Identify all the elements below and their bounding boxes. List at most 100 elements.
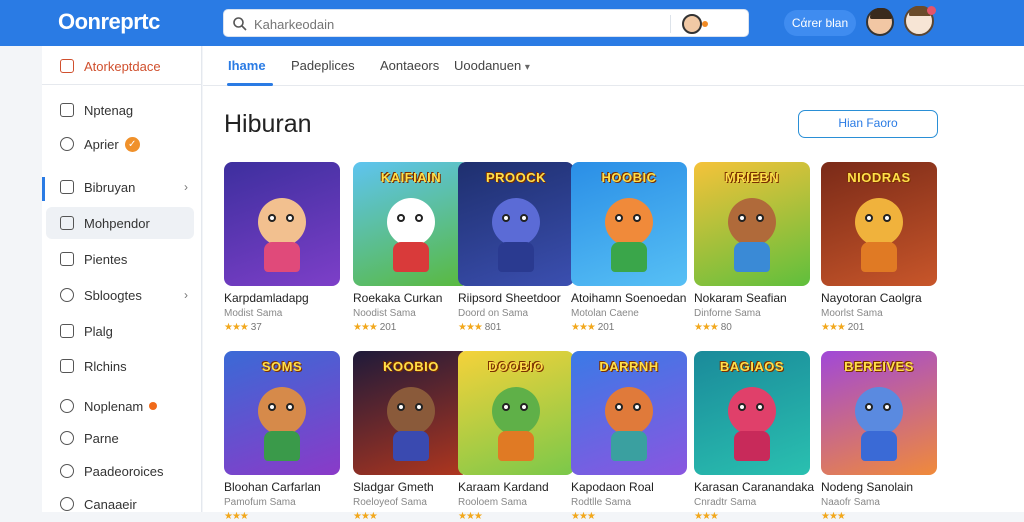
game-rating: ★★★ (571, 511, 596, 522)
character-eye (415, 403, 423, 411)
profile-avatar[interactable] (904, 6, 936, 36)
sidebar-item-11[interactable]: Paadeoroices (46, 455, 194, 487)
game-title-art: DOOBIO (488, 359, 544, 374)
sidebar-item-label: Noplenam (84, 398, 144, 414)
sidebar-item-label: Sbloogtes (84, 287, 142, 303)
star-rating-icon: ★★★ (694, 511, 719, 522)
game-thumbnail[interactable]: KOOBIO (353, 351, 469, 475)
game-name[interactable]: Nodeng Sanolain (821, 480, 945, 494)
status-dot (927, 6, 936, 15)
game-rating: ★★★ 201 (571, 322, 614, 333)
rating-count: 201 (379, 322, 397, 333)
sidebar-item-label: Parne (84, 430, 119, 446)
search-divider (670, 15, 671, 33)
game-thumbnail[interactable]: PROOCK (458, 162, 574, 286)
game-character (387, 387, 435, 435)
sidebar-badge: ✓ (124, 136, 140, 152)
game-thumbnail[interactable]: KAIFIAIN (353, 162, 469, 286)
sidebar-item-label: Canaaeir (84, 496, 137, 512)
game-rating: ★★★ (353, 511, 378, 522)
game-name[interactable]: Karpdamladapg (224, 291, 348, 305)
chevron-right-icon: › (184, 180, 188, 194)
search-input[interactable] (254, 14, 684, 34)
sidebar-item-12[interactable]: Canaaeir (46, 488, 194, 520)
page-action-button[interactable]: Hian Faoro (798, 110, 938, 138)
main-content: Ihame Padeplices Aontaeors Uoodanuen ▾ H… (203, 46, 1024, 522)
globe-icon (60, 431, 74, 445)
game-thumbnail[interactable]: NIODRAS (821, 162, 937, 286)
game-thumbnail[interactable] (224, 162, 340, 286)
game-subtitle: Rooloem Sama (458, 497, 527, 508)
game-name[interactable]: Riipsord Sheetdoor (458, 291, 582, 305)
character-eye (286, 214, 294, 222)
sidebar-item-marketplace[interactable]: Atorkeptdace (46, 50, 194, 82)
character-body (498, 431, 534, 461)
star-rating-icon: ★★★ (458, 511, 483, 522)
game-name[interactable]: Kapodaon Roal (571, 480, 695, 494)
game-name[interactable]: Bloohan Carfarlan (224, 480, 348, 494)
sidebar-divider (42, 84, 202, 85)
search-avatar[interactable] (682, 14, 702, 34)
tab-contacts[interactable]: Aontaeors (380, 58, 439, 73)
top-action-button[interactable]: Cάrer blan (784, 10, 856, 36)
user-icon (60, 497, 74, 511)
star-rating-icon: ★★★ (353, 322, 378, 333)
tab-more[interactable]: Uoodanuen ▾ (454, 58, 530, 73)
character-body (861, 242, 897, 272)
game-thumbnail[interactable]: DOOBIO (458, 351, 574, 475)
game-character (258, 387, 306, 435)
sidebar-item-label: Plalg (84, 323, 113, 339)
sidebar-item-3[interactable]: Bibruyan › (46, 171, 194, 203)
game-thumbnail[interactable]: SOMS (224, 351, 340, 475)
character-eye (756, 403, 764, 411)
sidebar-item-label: Paadeoroices (84, 463, 164, 479)
game-character (855, 387, 903, 435)
character-body (734, 242, 770, 272)
sidebar-item-8[interactable]: Rlchins (46, 350, 194, 382)
sidebar-item-6[interactable]: Sbloogtes › (46, 279, 194, 311)
game-title-art: BAGIAOS (719, 359, 785, 374)
character-eye (615, 214, 623, 222)
game-name[interactable]: Nayotoran Caolgra (821, 291, 945, 305)
game-thumbnail[interactable]: DARRNH (571, 351, 687, 475)
sidebar-item-4[interactable]: Mohpendor (46, 207, 194, 239)
search-bar[interactable] (223, 9, 749, 37)
top-bar: Oonreprtc Cάrer blan (0, 0, 1024, 46)
sidebar-item-9[interactable]: Noplenam (46, 390, 194, 422)
game-rating: ★★★ (224, 511, 249, 522)
user-avatar[interactable] (866, 8, 894, 36)
check-icon (60, 359, 74, 373)
sidebar-item-5[interactable]: Pientes (46, 243, 194, 275)
tab-marketplace[interactable]: Padeplices (291, 58, 355, 73)
sidebar-item-10[interactable]: Parne (46, 422, 194, 454)
tab-home[interactable]: Ihame (228, 58, 266, 73)
character-body (264, 242, 300, 272)
game-thumbnail[interactable]: HOOBIC (571, 162, 687, 286)
game-subtitle: Rodtlle Sama (571, 497, 632, 508)
game-title-art: BEREIVES (844, 359, 914, 374)
game-thumbnail[interactable]: BEREIVES (821, 351, 937, 475)
game-subtitle: Pamofum Sama (224, 497, 296, 508)
character-eye (520, 403, 528, 411)
game-name[interactable]: Karasan Caranandaka (694, 480, 818, 494)
search-icon (233, 17, 247, 31)
sidebar-item-1[interactable]: Nptenag (46, 94, 194, 126)
game-subtitle: Modist Sama (224, 308, 283, 319)
game-name[interactable]: Nokaram Seafian (694, 291, 818, 305)
notification-dot (702, 21, 708, 27)
circle-icon (60, 288, 74, 302)
sidebar-item-2[interactable]: Aprier ✓ (46, 128, 194, 160)
game-thumbnail[interactable]: BAGIAOS (694, 351, 810, 475)
rating-count: 80 (720, 322, 732, 333)
game-rating: ★★★ 80 (694, 322, 732, 333)
game-name[interactable]: Karaam Kardand (458, 480, 582, 494)
tab-bar: Ihame Padeplices Aontaeors Uoodanuen ▾ (203, 46, 1024, 86)
game-thumbnail[interactable]: MRIEBN (694, 162, 810, 286)
character-body (861, 431, 897, 461)
game-name[interactable]: Atoihamn Soenoedan (571, 291, 695, 305)
app-logo[interactable]: Oonreprtc (58, 9, 160, 35)
game-title-art: KOOBIO (383, 359, 439, 374)
character-eye (633, 403, 641, 411)
sidebar-item-7[interactable]: Plalg (46, 315, 194, 347)
game-character (492, 198, 540, 246)
